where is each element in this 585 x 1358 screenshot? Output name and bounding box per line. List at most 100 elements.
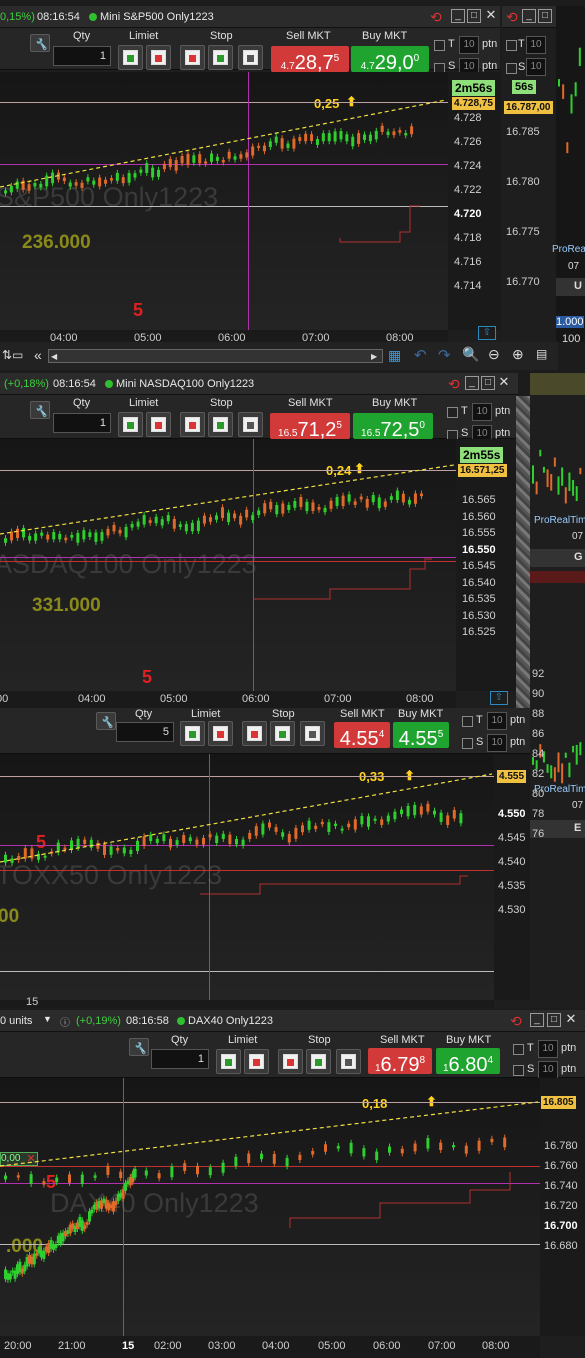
candle <box>562 84 565 99</box>
candle <box>221 507 225 518</box>
stop-limit-icon[interactable] <box>300 721 325 746</box>
limit-sell-icon[interactable] <box>208 721 233 746</box>
units-select[interactable]: 0 units <box>0 1015 32 1027</box>
candle <box>190 522 194 532</box>
wrench-icon[interactable]: 🔧 <box>30 401 50 419</box>
stop-sell-icon[interactable] <box>270 721 295 746</box>
s-checkbox[interactable] <box>462 738 473 749</box>
minimize-button[interactable]: _ <box>465 376 479 390</box>
stop-limit-icon[interactable] <box>238 412 263 437</box>
order-toolbar: 🔧 Qty 1 Limiet Stop Sell MKT 16.571,25 B… <box>0 395 518 443</box>
buy-button[interactable]: 4.729,00 <box>351 46 429 74</box>
stop-buy-icon[interactable] <box>180 412 205 437</box>
refresh-icon[interactable]: ⟲ <box>506 9 518 26</box>
candle <box>51 172 55 184</box>
candle <box>298 137 302 141</box>
qty-input[interactable]: 1 <box>151 1049 209 1069</box>
wrench-icon[interactable]: 🔧 <box>96 712 116 730</box>
minimize-button[interactable]: _ <box>522 9 536 23</box>
close-button[interactable]: ✕ <box>484 8 498 23</box>
nav-icons[interactable]: ⇅▭ <box>2 348 28 362</box>
limit-buy-icon[interactable] <box>118 412 143 437</box>
stop-line <box>254 558 432 600</box>
t-checkbox[interactable] <box>434 40 445 51</box>
qty-input[interactable]: 1 <box>53 46 111 66</box>
t-checkbox[interactable] <box>447 407 458 418</box>
t-qty-input[interactable]: 10 <box>526 36 546 54</box>
horizontal-scrollbar[interactable]: ◀ ▶ <box>48 349 383 363</box>
limit-buy-icon[interactable] <box>118 45 143 70</box>
sell-button[interactable]: 16.798 <box>368 1048 432 1076</box>
t-checkbox[interactable] <box>462 716 473 727</box>
undo-icon[interactable]: ↶ <box>414 346 427 364</box>
zoom-area-icon[interactable]: 🔍 <box>462 346 479 363</box>
refresh-icon[interactable]: ⟲ <box>448 376 460 393</box>
scroll-left-icon[interactable]: « <box>34 347 42 363</box>
buy-button[interactable]: 16.572,50 <box>353 413 433 441</box>
t-qty-input[interactable]: 10 <box>472 403 492 421</box>
t-qty-input[interactable]: 10 <box>459 36 479 54</box>
candle <box>195 839 199 845</box>
t-qty-input[interactable]: 10 <box>538 1040 558 1058</box>
maximize-button[interactable]: □ <box>547 1013 561 1027</box>
refresh-icon[interactable]: ⟲ <box>430 9 442 26</box>
close-button[interactable]: ✕ <box>564 1012 578 1027</box>
sell-label: Sell MKT <box>340 708 385 720</box>
limit-sell-icon[interactable] <box>244 1049 269 1074</box>
dropdown-arrow-icon[interactable]: ▼ <box>43 1014 52 1024</box>
s-qty-input[interactable]: 10 <box>526 58 546 76</box>
s-checkbox[interactable] <box>506 63 517 74</box>
candle <box>535 481 538 495</box>
s-qty-input[interactable]: 10 <box>487 734 507 752</box>
zoom-in-icon[interactable]: ⊕ <box>512 346 524 363</box>
candle <box>572 479 575 496</box>
stop-buy-icon[interactable] <box>278 1049 303 1074</box>
candle <box>380 125 384 132</box>
candle <box>215 156 219 161</box>
sell-button[interactable]: 4.554 <box>334 722 390 750</box>
t-qty-input[interactable]: 10 <box>487 712 507 730</box>
limit-sell-icon[interactable] <box>146 412 171 437</box>
redo-icon[interactable]: ↷ <box>438 346 451 364</box>
candle <box>353 501 357 505</box>
t-checkbox[interactable] <box>506 40 517 51</box>
candle <box>413 804 417 816</box>
stop-sell-icon[interactable] <box>208 45 233 70</box>
s-label: S <box>476 736 484 748</box>
maximize-button[interactable]: □ <box>538 9 552 23</box>
stop-sell-icon[interactable] <box>306 1049 331 1074</box>
sell-button[interactable]: 16.571,25 <box>270 413 350 441</box>
info-icon[interactable]: ⓘ <box>60 1014 70 1029</box>
calendar-icon[interactable]: ▦ <box>388 347 401 364</box>
sell-button[interactable]: 4.728,75 <box>271 46 349 74</box>
qty-input[interactable]: 1 <box>53 413 111 433</box>
buy-button[interactable]: 16.804 <box>436 1048 500 1076</box>
buy-button[interactable]: 4.555 <box>393 722 449 750</box>
qty-input[interactable]: 5 <box>116 722 174 742</box>
maximize-button[interactable]: □ <box>467 9 481 23</box>
expand-icon[interactable]: ⇧ <box>490 691 508 705</box>
minimize-button[interactable]: _ <box>451 9 465 23</box>
expand-icon[interactable]: ⇧ <box>478 326 496 340</box>
minimize-button[interactable]: _ <box>530 1013 544 1027</box>
toolbar-icon[interactable]: ▤ <box>536 347 547 361</box>
refresh-icon[interactable]: ⟲ <box>510 1013 522 1030</box>
y-tick: 88 <box>532 708 545 720</box>
wrench-icon[interactable]: 🔧 <box>30 34 50 52</box>
limit-buy-icon[interactable] <box>216 1049 241 1074</box>
s-checkbox[interactable] <box>513 1065 524 1076</box>
stop-sell-icon[interactable] <box>208 412 233 437</box>
stop-line <box>200 875 468 895</box>
stop-limit-icon[interactable] <box>238 45 263 70</box>
stop-buy-icon[interactable] <box>242 721 267 746</box>
stop-limit-icon[interactable] <box>336 1049 361 1074</box>
limit-buy-icon[interactable] <box>180 721 205 746</box>
maximize-button[interactable]: □ <box>481 376 495 390</box>
t-checkbox[interactable] <box>513 1044 524 1055</box>
close-button[interactable]: ✕ <box>497 375 511 390</box>
wrench-icon[interactable]: 🔧 <box>129 1038 149 1056</box>
limit-sell-icon[interactable] <box>146 45 171 70</box>
s-qty-input[interactable]: 10 <box>538 1061 558 1079</box>
zoom-out-icon[interactable]: ⊖ <box>488 346 500 363</box>
stop-buy-icon[interactable] <box>180 45 205 70</box>
